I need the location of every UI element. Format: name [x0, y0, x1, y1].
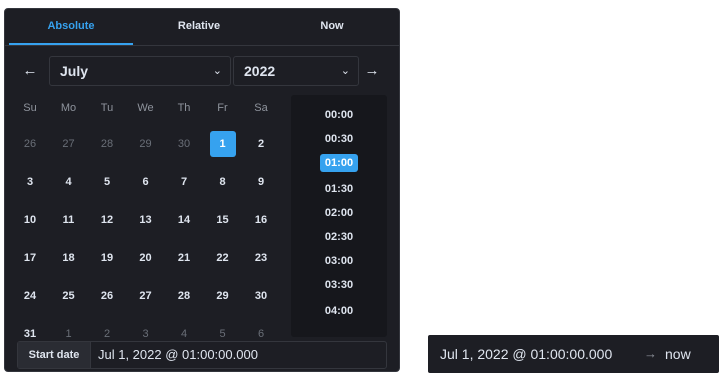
tab-relative[interactable]: Relative [137, 9, 261, 45]
time-option-label: 01:00 [319, 154, 359, 172]
chevron-down-icon: ⌄ [212, 65, 222, 77]
time-option-selected[interactable]: 01:00 [291, 153, 387, 173]
calendar-day[interactable]: 3 [17, 169, 43, 195]
weekday-label: Th [177, 102, 191, 114]
calendar-day[interactable]: 28 [94, 131, 120, 157]
calendar-day[interactable]: 8 [210, 169, 236, 195]
calendar-day[interactable]: 13 [133, 207, 159, 233]
calendar-day[interactable]: 9 [248, 169, 274, 195]
weekday-label: Tu [100, 102, 114, 114]
calendar-day[interactable]: 4 [56, 169, 82, 195]
calendar-day[interactable]: 17 [17, 245, 43, 271]
weekday-label: Sa [254, 102, 268, 114]
arrow-right-icon: → [364, 62, 380, 79]
calendar-day[interactable]: 14 [171, 207, 197, 233]
calendar-day[interactable]: 20 [133, 245, 159, 271]
calendar-day[interactable]: 21 [171, 245, 197, 271]
calendar-day[interactable]: 29 [210, 283, 236, 309]
arrow-right-icon: → [644, 346, 657, 361]
calendar-day[interactable]: 30 [248, 283, 274, 309]
year-select[interactable]: 2022 ⌄ [233, 56, 359, 86]
calendar-day[interactable]: 2 [248, 131, 274, 157]
calendar-day[interactable]: 12 [94, 207, 120, 233]
previous-month-button[interactable]: ← [19, 57, 41, 85]
date-picker-popover: Absolute Relative Now ← July ⌄ 2022 ⌄ → … [4, 8, 400, 372]
calendar-day[interactable]: 10 [17, 207, 43, 233]
calendar-day[interactable]: 16 [248, 207, 274, 233]
calendar-day[interactable]: 28 [171, 283, 197, 309]
tab-now[interactable]: Now [267, 9, 397, 45]
calendar-day[interactable]: 18 [56, 245, 82, 271]
calendar-day[interactable]: 29 [133, 131, 159, 157]
calendar-day[interactable]: 5 [94, 169, 120, 195]
calendar-day[interactable]: 27 [56, 131, 82, 157]
calendar-day[interactable]: 25 [56, 283, 82, 309]
tab-bar: Absolute Relative Now [5, 9, 399, 46]
time-list[interactable]: 00:00 00:30 01:00 01:30 02:00 02:30 03:00 03:30… [291, 95, 387, 337]
weekday-label: Fr [217, 102, 228, 114]
start-date-label: Start date [18, 342, 91, 368]
weekday-label: Su [23, 102, 37, 114]
chevron-down-icon: ⌄ [340, 65, 350, 77]
time-option[interactable]: 00:00 [291, 105, 387, 125]
time-option[interactable]: 01:30 [291, 179, 387, 199]
calendar-day[interactable]: 22 [210, 245, 236, 271]
range-end-button[interactable]: now [665, 335, 691, 373]
start-date-field: Start date Jul 1, 2022 @ 01:00:00.000 [17, 341, 387, 369]
date-range-display[interactable]: Jul 1, 2022 @ 01:00:00.000 → now [428, 335, 719, 373]
year-select-value: 2022 [244, 63, 276, 79]
calendar-day[interactable]: 26 [17, 131, 43, 157]
calendar-day[interactable]: 11 [56, 207, 82, 233]
time-option[interactable]: 02:00 [291, 203, 387, 223]
calendar-day[interactable]: 26 [94, 283, 120, 309]
calendar-day[interactable]: 19 [94, 245, 120, 271]
month-select[interactable]: July ⌄ [49, 56, 231, 86]
time-option[interactable]: 04:00 [291, 301, 387, 321]
time-option[interactable]: 03:00 [291, 251, 387, 271]
calendar-day[interactable]: 6 [133, 169, 159, 195]
calendar-day[interactable]: 30 [171, 131, 197, 157]
time-option[interactable]: 02:30 [291, 227, 387, 247]
tab-absolute[interactable]: Absolute [9, 9, 133, 45]
range-start-button[interactable]: Jul 1, 2022 @ 01:00:00.000 [440, 335, 612, 373]
start-date-input[interactable]: Jul 1, 2022 @ 01:00:00.000 [98, 342, 258, 368]
arrow-left-icon: ← [22, 62, 38, 79]
calendar-day[interactable]: 24 [17, 283, 43, 309]
month-select-value: July [60, 63, 89, 79]
time-option[interactable]: 03:30 [291, 275, 387, 295]
calendar-day[interactable]: 7 [171, 169, 197, 195]
calendar-day[interactable]: 15 [210, 207, 236, 233]
weekday-label: Mo [60, 102, 77, 114]
time-option[interactable]: 00:30 [291, 129, 387, 149]
calendar-day[interactable]: 27 [133, 283, 159, 309]
calendar-day[interactable]: 23 [248, 245, 274, 271]
weekday-label: We [137, 102, 154, 114]
calendar-day-selected[interactable]: 1 [209, 131, 236, 157]
next-month-button[interactable]: → [361, 57, 383, 85]
